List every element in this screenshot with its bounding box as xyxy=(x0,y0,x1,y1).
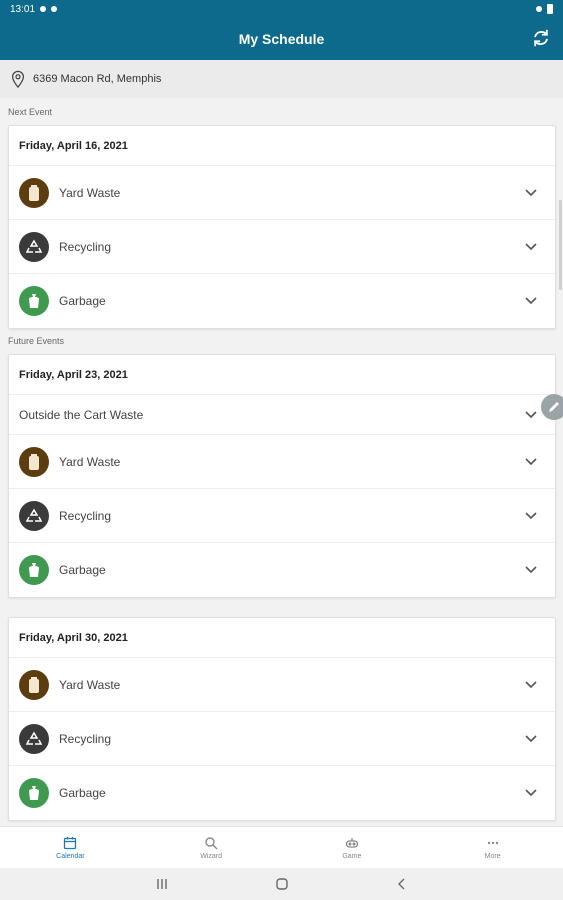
status-bar: 13:01 xyxy=(0,0,563,18)
home-icon xyxy=(275,878,288,890)
chevron-down-icon xyxy=(525,511,537,519)
page-title: My Schedule xyxy=(238,31,325,47)
system-nav-bar xyxy=(0,868,563,900)
refresh-icon[interactable] xyxy=(531,28,551,48)
bottom-nav: Calendar Wizard Game More xyxy=(0,826,563,868)
list-item-label: Yard Waste xyxy=(59,454,121,469)
address-bar[interactable]: 6369 Macon Rd, Memphis xyxy=(0,60,563,98)
yard-waste-icon xyxy=(19,669,49,700)
back-icon xyxy=(397,878,404,890)
chevron-down-icon xyxy=(525,188,537,196)
list-item-label: Outside the Cart Waste xyxy=(19,407,144,422)
edit-button[interactable] xyxy=(541,394,563,420)
recycling-icon xyxy=(19,723,49,754)
recent-apps-button[interactable] xyxy=(152,876,172,892)
list-item[interactable]: Recycling xyxy=(9,220,555,274)
recent-apps-icon xyxy=(156,879,167,889)
nav-game[interactable]: Game xyxy=(282,827,423,868)
recycling-icon xyxy=(19,500,49,531)
future-events-label: Future Events xyxy=(8,336,65,346)
wifi-icon xyxy=(536,6,542,12)
list-item[interactable]: Yard Waste xyxy=(9,166,555,220)
event-card: Friday, April 16, 2021 Yard Waste Recycl… xyxy=(8,125,556,329)
list-item-label: Garbage xyxy=(59,563,106,577)
list-item-label: Recycling xyxy=(59,731,112,746)
event-card: Friday, April 30, 2021 Yard Waste Recycl… xyxy=(8,617,556,821)
search-icon xyxy=(205,836,218,849)
event-date: Friday, April 30, 2021 xyxy=(9,618,555,658)
garbage-icon xyxy=(19,555,49,585)
list-item[interactable]: Outside the Cart Waste xyxy=(9,395,555,435)
more-icon xyxy=(487,841,498,844)
nav-calendar[interactable]: Calendar xyxy=(0,827,141,868)
list-item[interactable]: Yard Waste xyxy=(9,658,555,712)
list-item-label: Yard Waste xyxy=(59,185,121,200)
battery-icon xyxy=(547,4,553,14)
list-item[interactable]: Garbage xyxy=(9,766,555,820)
home-button[interactable] xyxy=(272,876,292,892)
list-item-label: Garbage xyxy=(59,786,106,800)
event-card: Friday, April 23, 2021 Outside the Cart … xyxy=(8,354,556,598)
scrollbar[interactable] xyxy=(559,200,562,290)
yard-waste-icon xyxy=(19,446,49,477)
nav-label: Calendar xyxy=(56,852,85,860)
nav-label: Game xyxy=(342,852,362,860)
chevron-down-icon xyxy=(525,297,537,305)
pencil-icon xyxy=(549,402,559,412)
status-time: 13:01 xyxy=(10,3,36,15)
list-item-label: Recycling xyxy=(59,239,112,254)
garbage-icon xyxy=(19,778,49,808)
nav-label: More xyxy=(484,852,501,860)
chevron-down-icon xyxy=(525,457,537,465)
chevron-down-icon xyxy=(525,410,537,418)
nav-more[interactable]: More xyxy=(422,827,563,868)
back-button[interactable] xyxy=(392,876,412,892)
list-item-label: Recycling xyxy=(59,508,112,523)
location-pin-icon xyxy=(11,70,25,88)
list-item[interactable]: Recycling xyxy=(9,712,555,766)
event-date: Friday, April 23, 2021 xyxy=(9,355,555,395)
game-icon xyxy=(345,837,359,848)
next-event-label: Next Event xyxy=(8,107,53,117)
download-icon xyxy=(51,6,58,12)
chevron-down-icon xyxy=(525,734,537,742)
notification-icon xyxy=(40,6,47,12)
chevron-down-icon xyxy=(525,680,537,688)
list-item[interactable]: Garbage xyxy=(9,543,555,597)
list-item-label: Garbage xyxy=(59,294,106,308)
nav-wizard[interactable]: Wizard xyxy=(141,827,282,868)
nav-label: Wizard xyxy=(200,852,223,860)
app-bar: My Schedule xyxy=(0,18,563,60)
yard-waste-icon xyxy=(19,177,49,208)
chevron-down-icon xyxy=(525,789,537,797)
address-text: 6369 Macon Rd, Memphis xyxy=(33,73,162,85)
chevron-down-icon xyxy=(525,242,537,250)
garbage-icon xyxy=(19,286,49,316)
event-date: Friday, April 16, 2021 xyxy=(9,126,555,166)
recycling-icon xyxy=(19,231,49,262)
list-item[interactable]: Yard Waste xyxy=(9,435,555,489)
list-item[interactable]: Recycling xyxy=(9,489,555,543)
calendar-icon xyxy=(64,836,77,849)
chevron-down-icon xyxy=(525,566,537,574)
list-item[interactable]: Garbage xyxy=(9,274,555,328)
list-item-label: Yard Waste xyxy=(59,677,121,692)
